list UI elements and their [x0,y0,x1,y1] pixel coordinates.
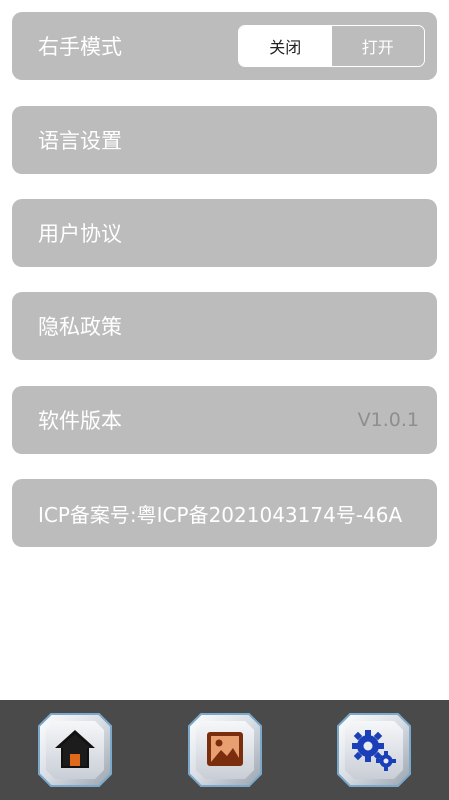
software-version-row: 软件版本 V1.0.1 [12,386,437,454]
icp-record-label: ICP备案号:粤ICP备2021043174号-46A [38,502,403,527]
user-agreement-label: 用户协议 [38,222,122,246]
icp-record-row: ICP备案号:粤ICP备2021043174号-46A [12,479,437,547]
user-agreement-row[interactable]: 用户协议 [12,199,437,267]
right-hand-mode-toggle[interactable]: 关闭 打开 [238,25,425,67]
software-version-value: V1.0.1 [357,409,419,431]
language-settings-row[interactable]: 语言设置 [12,106,437,174]
bottom-nav-bar [0,700,449,800]
settings-nav-button[interactable] [336,712,412,788]
home-nav-button[interactable] [37,712,113,788]
toggle-on-option[interactable]: 打开 [331,26,424,66]
language-settings-label: 语言设置 [38,129,122,153]
picture-icon [188,713,262,787]
home-icon [38,713,112,787]
privacy-policy-label: 隐私政策 [38,315,122,339]
software-version-label: 软件版本 [38,409,122,433]
privacy-policy-row[interactable]: 隐私政策 [12,292,437,360]
gear-icon [337,713,411,787]
toggle-off-option[interactable]: 关闭 [239,26,332,66]
gallery-nav-button[interactable] [187,712,263,788]
right-hand-mode-row: 右手模式 关闭 打开 [12,12,437,80]
